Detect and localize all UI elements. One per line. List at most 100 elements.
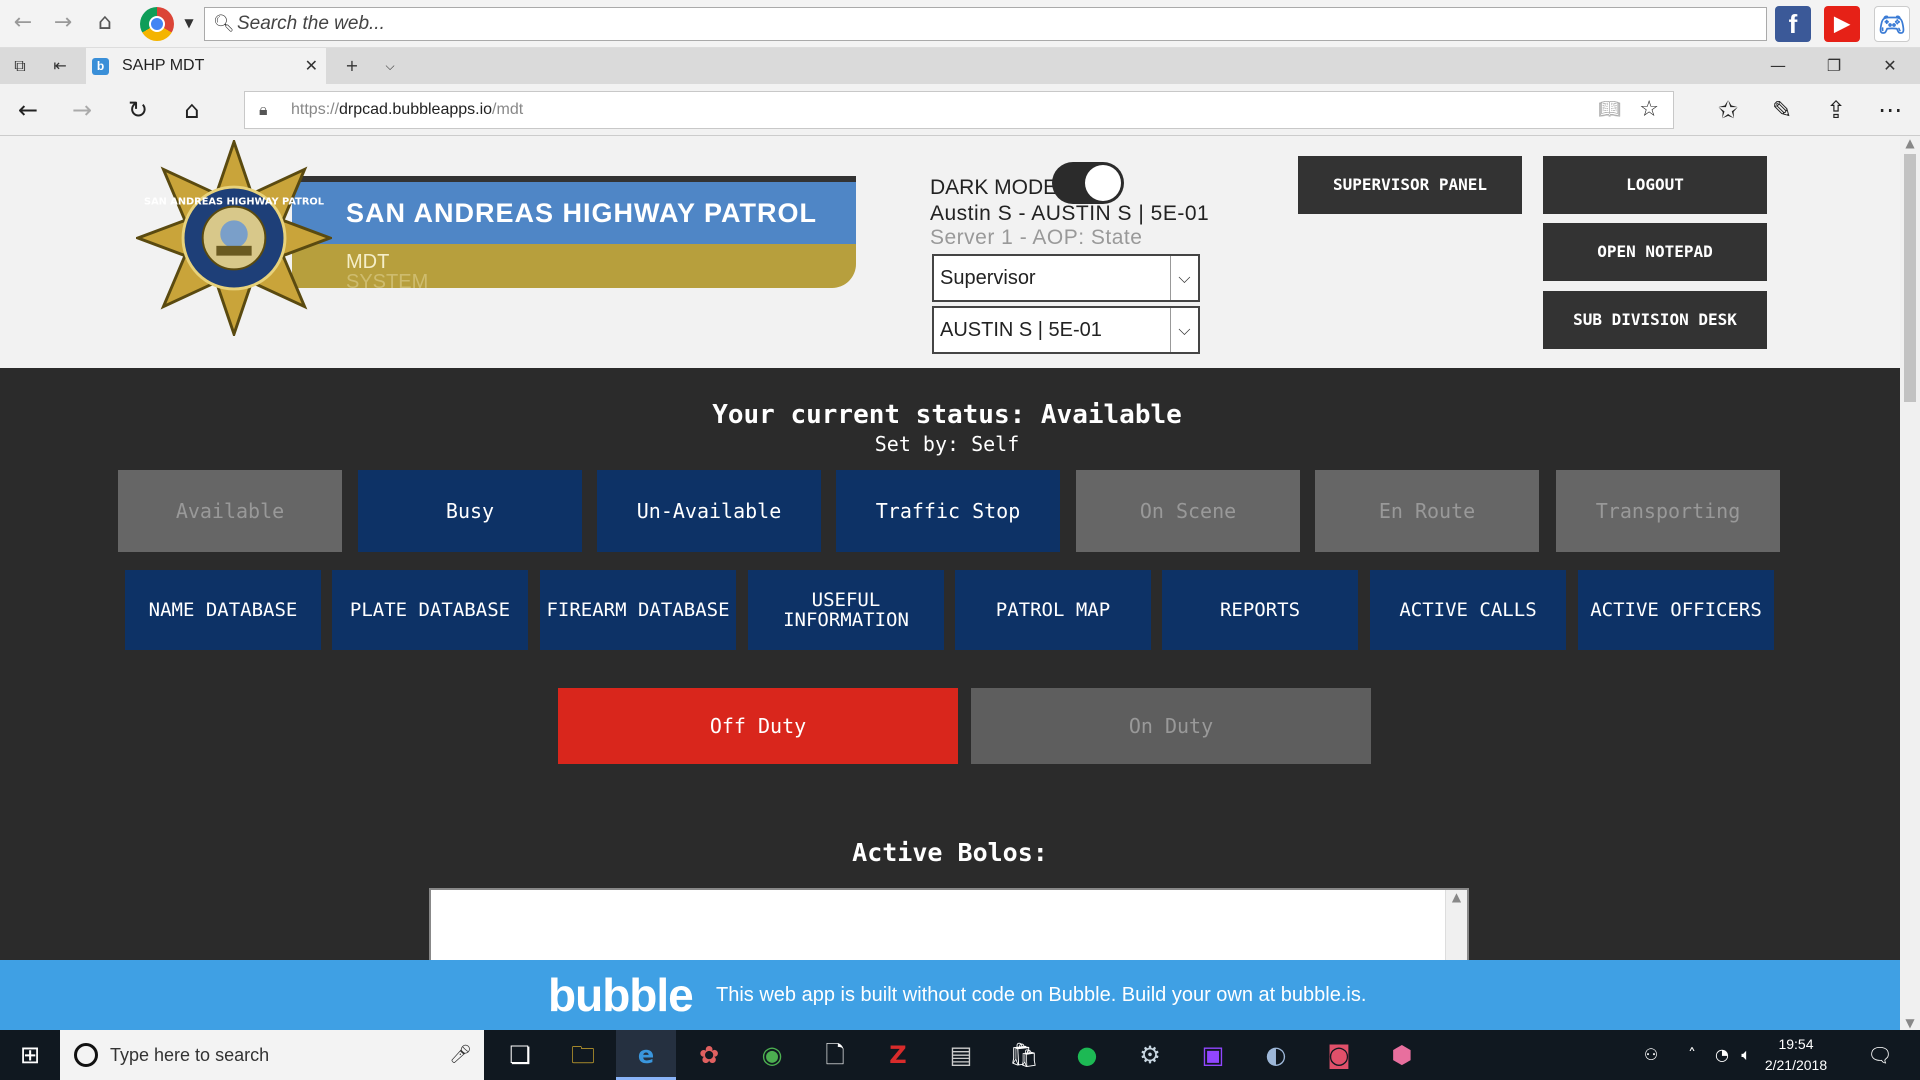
- taskbar-search-input[interactable]: Type here to search 🎤︎: [60, 1030, 484, 1080]
- reports-button[interactable]: REPORTS: [1162, 570, 1358, 650]
- bubble-banner[interactable]: bubble This web app is built without cod…: [0, 960, 1900, 1030]
- chevron-down-icon: ⌵: [1170, 256, 1198, 300]
- open-notepad-button[interactable]: OPEN NOTEPAD: [1543, 223, 1767, 281]
- gamepad-icon[interactable]: 🎮︎: [1874, 6, 1910, 42]
- spotify-icon[interactable]: ●: [1057, 1030, 1117, 1080]
- refresh-icon[interactable]: ↻: [120, 92, 156, 128]
- set-aside-tabs-icon[interactable]: ⇤: [40, 48, 80, 84]
- firearm-database-button[interactable]: FIREARM DATABASE: [540, 570, 736, 650]
- paint-icon[interactable]: ✿: [679, 1030, 739, 1080]
- dark-mode-toggle[interactable]: [1052, 162, 1124, 204]
- chevron-down-icon[interactable]: ▼: [176, 10, 202, 36]
- on-duty-button[interactable]: On Duty: [971, 688, 1371, 764]
- sub-division-desk-button[interactable]: SUB DIVISION DESK: [1543, 291, 1767, 349]
- forward-icon[interactable]: →: [64, 92, 100, 128]
- people-icon[interactable]: ⚇: [1636, 1030, 1666, 1080]
- scrollbar-thumb[interactable]: [1904, 154, 1916, 402]
- clock-date: 2/21/2018: [1764, 1057, 1828, 1073]
- youtube-icon[interactable]: ▶: [1824, 6, 1860, 42]
- tab-list-chevron-icon[interactable]: ⌵: [370, 48, 410, 84]
- status-on-scene-button[interactable]: On Scene: [1076, 470, 1300, 552]
- chrome-icon[interactable]: [140, 7, 174, 41]
- subtitle-line1: MDT: [346, 251, 390, 273]
- status-traffic-stop-button[interactable]: Traffic Stop: [836, 470, 1060, 552]
- patrol-map-button[interactable]: PATROL MAP: [955, 570, 1151, 650]
- home-icon[interactable]: ⌂: [92, 10, 118, 36]
- windows-taskbar: ⊞ Type here to search 🎤︎ ❏ 🗀 e ✿ ◉ 🗋 Z ▤…: [0, 1030, 1920, 1080]
- url-path: /mdt: [492, 101, 524, 118]
- page-scrollbar[interactable]: ▲ ▼: [1900, 136, 1920, 1030]
- status-transporting-button[interactable]: Transporting: [1556, 470, 1780, 552]
- action-center-icon[interactable]: 🗨︎: [1860, 1030, 1900, 1080]
- name-database-button[interactable]: NAME DATABASE: [125, 570, 321, 650]
- top-toolbar: ← → ⌂ ▼ 🔍︎ Search the web... f ▶ 🎮︎: [0, 0, 1920, 48]
- app-icon[interactable]: ▤: [931, 1030, 991, 1080]
- file-explorer-icon[interactable]: 🗀: [553, 1030, 613, 1080]
- page-content: SAN ANDREAS HIGHWAY PATROL MDT SYSTEM SA…: [0, 136, 1900, 1030]
- steam-icon[interactable]: ⚙: [1120, 1030, 1180, 1080]
- minimize-icon[interactable]: —: [1758, 48, 1798, 84]
- dark-mode-label: DARK MODE: [930, 176, 1058, 199]
- back-icon[interactable]: ←: [10, 92, 46, 128]
- close-window-icon[interactable]: ✕: [1870, 48, 1910, 84]
- favorite-star-icon[interactable]: ☆: [1639, 92, 1659, 128]
- back-arrow-icon[interactable]: ←: [10, 10, 36, 36]
- web-search-input[interactable]: 🔍︎ Search the web...: [204, 7, 1767, 41]
- logout-button[interactable]: LOGOUT: [1543, 156, 1767, 214]
- badge-text: SAN ANDREAS HIGHWAY PATROL: [144, 197, 324, 208]
- status-available-button[interactable]: Available: [118, 470, 342, 552]
- wifi-icon[interactable]: ◔: [1710, 1030, 1734, 1080]
- tab-bar: ⧉ ⇤ b SAHP MDT ✕ + ⌵ — ❐ ✕: [0, 48, 1920, 84]
- app-icon-2[interactable]: ◐: [1246, 1030, 1306, 1080]
- edge-icon[interactable]: e: [616, 1030, 676, 1080]
- close-tab-icon[interactable]: ✕: [305, 48, 318, 84]
- url-protocol: https://: [291, 101, 340, 118]
- scroll-down-icon[interactable]: ▼: [1900, 1016, 1920, 1030]
- maps-icon[interactable]: ⬢: [1372, 1030, 1432, 1080]
- bubble-favicon-icon: b: [92, 58, 109, 75]
- scroll-up-icon[interactable]: ▲: [1900, 136, 1920, 150]
- useful-information-button[interactable]: USEFUL INFORMATION: [748, 570, 944, 650]
- active-officers-button[interactable]: ACTIVE OFFICERS: [1578, 570, 1774, 650]
- status-unavailable-button[interactable]: Un-Available: [597, 470, 821, 552]
- microphone-icon[interactable]: 🎤︎: [449, 1030, 472, 1080]
- volume-icon[interactable]: 🔈︎: [1734, 1030, 1758, 1080]
- windows-start-icon[interactable]: ⊞: [0, 1030, 60, 1080]
- url-field[interactable]: 🔒︎ https://drpcad.bubbleapps.io/mdt 📖︎ ☆: [244, 91, 1674, 129]
- file-icon[interactable]: 🗋: [805, 1030, 865, 1080]
- web-search-placeholder: Search the web...: [237, 13, 385, 34]
- discord-icon[interactable]: ◙: [1309, 1030, 1369, 1080]
- pen-icon[interactable]: ✎: [1764, 92, 1800, 128]
- twitch-icon[interactable]: ▣: [1183, 1030, 1243, 1080]
- off-duty-button[interactable]: Off Duty: [558, 688, 958, 764]
- system-clock[interactable]: 19:54 2/21/2018: [1756, 1034, 1836, 1076]
- bubble-message[interactable]: This web app is built without code on Bu…: [716, 960, 1366, 1030]
- store-icon[interactable]: 🛍︎: [994, 1030, 1054, 1080]
- scroll-up-icon[interactable]: ▲: [1446, 890, 1467, 904]
- subtitle-line2: SYSTEM: [346, 271, 429, 288]
- chrome-taskbar-icon[interactable]: ◉: [742, 1030, 802, 1080]
- plate-database-button[interactable]: PLATE DATABASE: [332, 570, 528, 650]
- cortana-icon: [74, 1043, 98, 1067]
- filezilla-icon[interactable]: Z: [868, 1030, 928, 1080]
- show-hidden-icons-icon[interactable]: ˄: [1680, 1030, 1704, 1080]
- status-busy-button[interactable]: Busy: [358, 470, 582, 552]
- supervisor-panel-button[interactable]: SUPERVISOR PANEL: [1298, 156, 1522, 214]
- unit-select[interactable]: AUSTIN S | 5E-01 ⌵: [932, 306, 1200, 354]
- new-tab-icon[interactable]: +: [332, 48, 372, 84]
- more-icon[interactable]: ⋯: [1872, 92, 1908, 128]
- share-icon[interactable]: ⇪: [1818, 92, 1854, 128]
- status-en-route-button[interactable]: En Route: [1315, 470, 1539, 552]
- tab-preview-icon[interactable]: ⧉: [0, 48, 40, 84]
- tab-sahp-mdt[interactable]: b SAHP MDT ✕: [86, 48, 326, 84]
- task-view-icon[interactable]: ❏: [490, 1030, 550, 1080]
- home-icon[interactable]: ⌂: [174, 92, 210, 128]
- bubble-logo[interactable]: bubble: [548, 968, 694, 1022]
- favorites-hub-icon[interactable]: ✩: [1710, 92, 1746, 128]
- reading-view-icon[interactable]: 📖︎: [1598, 92, 1621, 128]
- restore-icon[interactable]: ❐: [1814, 48, 1854, 84]
- forward-arrow-icon[interactable]: →: [50, 10, 76, 36]
- facebook-icon[interactable]: f: [1775, 6, 1811, 42]
- role-select[interactable]: Supervisor ⌵: [932, 254, 1200, 302]
- active-calls-button[interactable]: ACTIVE CALLS: [1370, 570, 1566, 650]
